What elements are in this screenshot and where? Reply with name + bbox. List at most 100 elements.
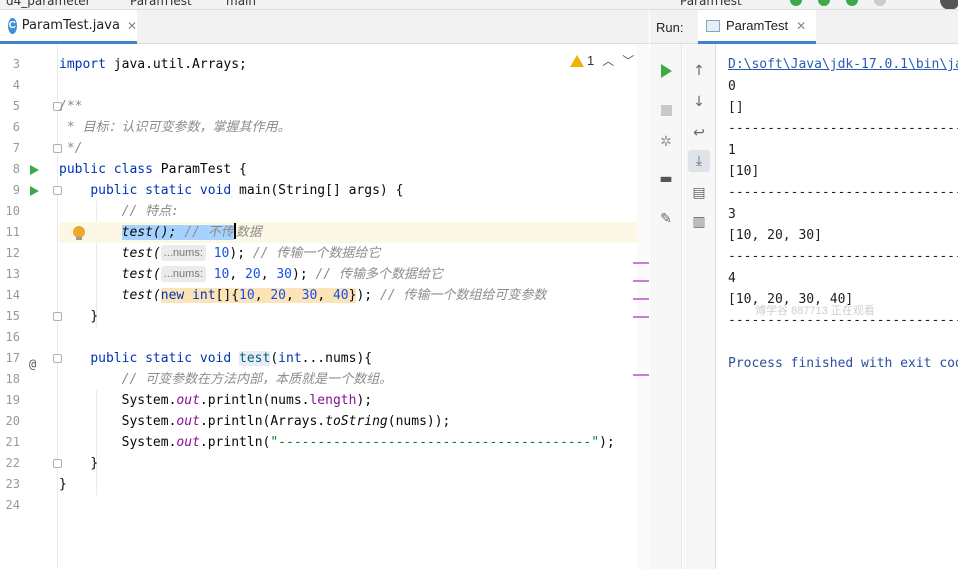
- line-number: 9: [12, 183, 20, 197]
- code-editor[interactable]: C ParamTest.java ✕ 3 4 5 6 7 8 9 10 11 1…: [0, 10, 649, 569]
- breadcrumb-module[interactable]: d4_parameter: [6, 0, 91, 8]
- line-number: 16: [5, 330, 20, 344]
- layout-icon[interactable]: ▬: [655, 168, 677, 190]
- print-icon[interactable]: ▤: [688, 182, 710, 204]
- chevron-down-icon[interactable]: ﹀: [622, 52, 634, 69]
- breadcrumb-class[interactable]: ParamTest: [130, 0, 192, 8]
- code-area[interactable]: import java.util.Arrays; /** * 目标：认识可变参数…: [59, 44, 637, 569]
- code-line-14: test(new int[]{10, 20, 30, 40}); // 传输一个…: [121, 288, 547, 303]
- code-token: import: [59, 57, 106, 72]
- console-command-link[interactable]: D:\soft\Java\jdk-17.0.1\bin\java.exe: [728, 54, 958, 75]
- editor-tab-bar: C ParamTest.java ✕: [0, 10, 649, 44]
- coverage-icon[interactable]: [846, 0, 858, 6]
- code-token: 40: [332, 288, 349, 303]
- code-token: 20: [270, 288, 287, 303]
- code-line-13: test(...nums: 10, 20, 30); // 传输多个数据给它: [121, 266, 443, 282]
- console-line: 0: [728, 79, 736, 94]
- process-finished-message: Process finished with exit code 0: [728, 356, 958, 371]
- console-line: []: [728, 100, 744, 115]
- editor-scrollbar[interactable]: [637, 44, 649, 569]
- code-token: );: [356, 288, 373, 303]
- code-token: out: [176, 414, 200, 429]
- avatar[interactable]: [940, 0, 958, 9]
- run-config-selector[interactable]: ParamTest: [680, 0, 742, 8]
- code-comment: 数据: [235, 225, 262, 240]
- code-token: (: [270, 351, 279, 366]
- line-number: 3: [12, 57, 20, 71]
- code-line-18: // 可变参数在方法内部，本质就是一个数组。: [59, 369, 637, 390]
- code-token: test(: [121, 246, 161, 261]
- arrow-down-icon[interactable]: ↓: [688, 91, 710, 113]
- code-token: }: [90, 309, 99, 324]
- trash-icon[interactable]: ▥: [688, 211, 710, 233]
- implemented-by-icon[interactable]: @: [29, 357, 36, 371]
- run-icon[interactable]: [790, 0, 802, 6]
- line-number: 18: [5, 372, 20, 386]
- error-stripe-mark[interactable]: [633, 316, 649, 318]
- console-line: [10]: [728, 164, 760, 179]
- stop-button[interactable]: [655, 99, 677, 121]
- code-line-9: public static void main(String[] args) {: [59, 180, 637, 201]
- debug-button[interactable]: ✲: [655, 131, 677, 153]
- line-number: 21: [5, 435, 20, 449]
- code-token: ...nums){: [301, 351, 373, 366]
- debug-icon[interactable]: [818, 0, 830, 6]
- line-number: 15: [5, 309, 20, 323]
- inspection-widget[interactable]: 1 ︿ ﹀: [570, 52, 634, 69]
- run-toolbar: ✲ ▬ ✎: [650, 44, 682, 569]
- intention-bulb-icon[interactable]: [73, 226, 85, 240]
- error-stripe-mark[interactable]: [633, 280, 649, 282]
- breadcrumb-method[interactable]: main: [226, 0, 256, 8]
- arrow-up-icon[interactable]: ↑: [688, 60, 710, 82]
- rerun-button[interactable]: [655, 60, 677, 82]
- code-token: System.: [121, 414, 177, 429]
- stop-icon: [660, 104, 672, 116]
- soft-wrap-icon[interactable]: ↩: [688, 122, 710, 144]
- code-comment: // 不传: [176, 225, 234, 240]
- navigation-bar: d4_parameter ParamTest main ParamTest: [0, 0, 958, 10]
- code-comment: // 传输一个数据给它: [245, 246, 381, 261]
- close-icon[interactable]: ✕: [127, 19, 137, 33]
- code-token: );: [229, 246, 246, 261]
- run-main-gutter-icon[interactable]: [30, 186, 39, 196]
- scroll-to-end-icon[interactable]: ⤓: [688, 150, 710, 172]
- play-icon: [660, 64, 672, 78]
- editor-tab-paramtest[interactable]: C ParamTest.java ✕: [0, 10, 137, 44]
- code-token: class: [105, 162, 153, 177]
- code-line-10: // 特点:: [59, 201, 637, 222]
- line-number: 7: [12, 141, 20, 155]
- watermark: 博学谷 887713 正在观看: [755, 305, 875, 317]
- code-token: );: [292, 267, 308, 282]
- error-stripe-mark[interactable]: [633, 298, 649, 300]
- editor-tab-label: ParamTest.java: [21, 18, 120, 33]
- code-token: java.util.Arrays;: [105, 57, 247, 72]
- parameter-hint: ...nums:: [160, 266, 206, 282]
- code-token: public static void: [90, 183, 232, 198]
- code-token: 20: [245, 267, 261, 282]
- close-icon[interactable]: ✕: [796, 19, 806, 33]
- console-line: 4: [728, 271, 736, 286]
- code-token: test();: [121, 225, 177, 240]
- pin-icon[interactable]: ✎: [655, 208, 677, 230]
- code-comment: * 目标：认识可变参数，掌握其作用。: [59, 120, 291, 135]
- run-class-gutter-icon[interactable]: [30, 165, 39, 175]
- console-line: ----------------------------------------: [728, 249, 958, 264]
- error-stripe-mark[interactable]: [633, 374, 649, 376]
- error-stripe-mark[interactable]: [633, 262, 649, 264]
- code-token: 10: [213, 246, 230, 261]
- code-comment: // 传输多个数据给它: [307, 267, 443, 282]
- warning-count: 1: [587, 53, 595, 68]
- code-string: "---------------------------------------…: [270, 435, 600, 450]
- code-token: out: [176, 393, 200, 408]
- parameter-hint: ...nums:: [160, 245, 206, 261]
- run-tab-paramtest[interactable]: ParamTest ✕: [698, 10, 817, 44]
- line-number-gutter[interactable]: 3 4 5 6 7 8 9 10 11 12 13 14 15 16 17 18…: [0, 44, 62, 569]
- code-token: test(: [121, 288, 161, 303]
- code-token: int: [278, 351, 302, 366]
- code-token: []{: [215, 288, 240, 303]
- code-token: }: [90, 456, 99, 471]
- profile-icon[interactable]: [874, 0, 886, 6]
- line-number: 19: [5, 393, 20, 407]
- chevron-up-icon[interactable]: ︿: [602, 52, 614, 69]
- code-token: }: [59, 477, 67, 492]
